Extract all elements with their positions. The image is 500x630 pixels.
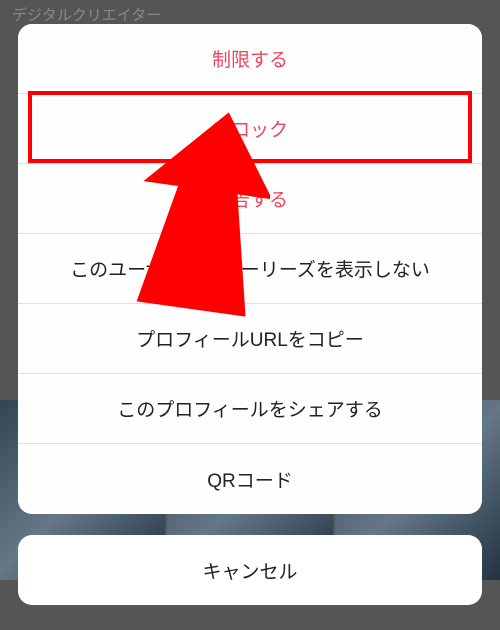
- restrict-button[interactable]: 制限する: [18, 24, 482, 94]
- hide-story-label: このユーザーのストーリーズを表示しない: [70, 255, 430, 282]
- cancel-label: キャンセル: [202, 557, 297, 584]
- copy-url-button[interactable]: プロフィールURLをコピー: [18, 304, 482, 374]
- restrict-label: 制限する: [212, 45, 288, 72]
- profile-type-label: デジタルクリエイター: [12, 4, 161, 25]
- qr-code-label: QRコード: [207, 466, 293, 493]
- report-button[interactable]: 報告する: [18, 164, 482, 234]
- block-label: ブロック: [212, 115, 288, 142]
- report-label: 報告する: [212, 185, 288, 212]
- share-profile-button[interactable]: このプロフィールをシェアする: [18, 374, 482, 444]
- copy-url-label: プロフィールURLをコピー: [136, 325, 364, 352]
- cancel-button[interactable]: キャンセル: [18, 535, 482, 605]
- share-profile-label: このプロフィールをシェアする: [117, 395, 383, 422]
- qr-code-button[interactable]: QRコード: [18, 444, 482, 514]
- action-sheet: 制限する ブロック 報告する このユーザーのストーリーズを表示しない プロフィー…: [18, 24, 482, 514]
- block-button[interactable]: ブロック: [18, 94, 482, 164]
- hide-story-button[interactable]: このユーザーのストーリーズを表示しない: [18, 234, 482, 304]
